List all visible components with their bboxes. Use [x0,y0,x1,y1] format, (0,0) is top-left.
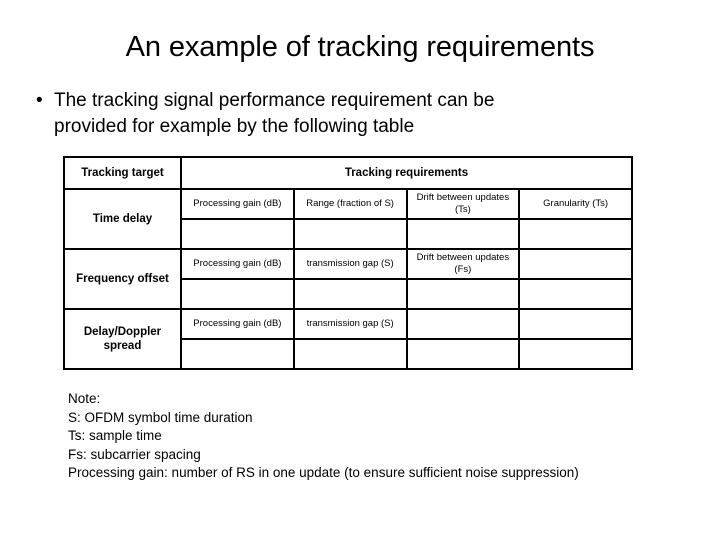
note-line-ts: Ts: sample time [68,428,162,443]
table-row: Delay/Doppler spread Processing gain (dB… [63,308,633,370]
target-label-delay-doppler-spread: Delay/Doppler spread [63,308,182,370]
value-cell[interactable] [180,278,295,310]
table-header-row: Tracking target Tracking requirements [63,156,633,190]
label-cell: Processing gain (dB) [180,188,295,220]
value-cell[interactable] [292,218,408,250]
page-title: An example of tracking requirements [125,31,595,63]
target-label-frequency-offset: Frequency offset [63,248,182,310]
note-heading: Note: [68,391,101,406]
value-cell[interactable] [518,278,633,310]
table-row: Time delay Processing gain (dB) Range (f… [63,188,633,250]
label-cell [518,248,633,280]
bullet-list: • The tracking signal performance requir… [30,88,670,140]
label-cell: Range (fraction of S) [292,188,408,220]
value-cell[interactable] [292,278,408,310]
label-cell [405,308,521,340]
value-cell[interactable] [518,218,633,250]
label-cell: Drift between updates (Ts) [405,188,521,220]
value-cell[interactable] [518,338,633,370]
label-cell: transmission gap (S) [292,248,408,280]
header-tracking-requirements: Tracking requirements [180,156,633,190]
value-cell[interactable] [292,338,408,370]
bullet-line-1: The tracking signal performance requirem… [54,90,495,111]
note-line-s: S: OFDM symbol time duration [68,409,253,425]
notes-block: Note: S: OFDM symbol time duration Ts: s… [68,390,668,483]
bullet-item: • The tracking signal performance requir… [30,88,670,140]
note-line-fs: Fs: subcarrier spacing [68,446,201,462]
target-label-time-delay: Time delay [63,188,182,250]
table-row: Frequency offset Processing gain (dB) tr… [63,248,633,310]
note-line-processing-gain: Processing gain: number of RS in one upd… [68,465,579,480]
label-cell [518,308,633,340]
label-cell: transmission gap (S) [292,308,408,340]
label-cell: Processing gain (dB) [180,248,295,280]
bullet-line-2: provided for example by the following ta… [54,116,415,137]
value-cell[interactable] [180,218,295,250]
label-cell: Drift between updates (Fs) [405,248,521,280]
bullet-item-text: The tracking signal performance requirem… [54,88,494,140]
header-tracking-target: Tracking target [63,156,182,190]
bullet-marker-icon: • [36,90,43,111]
label-cell: Granularity (Ts) [518,188,633,220]
value-cell[interactable] [405,278,521,310]
label-cell: Processing gain (dB) [180,308,295,340]
value-cell[interactable] [405,218,521,250]
value-cell[interactable] [405,338,521,370]
value-cell[interactable] [180,338,295,370]
tracking-requirements-table: Tracking target Tracking requirements Ti… [63,156,633,370]
